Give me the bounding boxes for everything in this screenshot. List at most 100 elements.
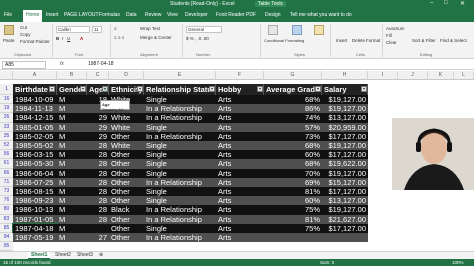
table-cell-hobby[interactable]: Arts	[216, 141, 264, 151]
table-cell-birthdate[interactable]: 1984-10-09	[13, 95, 57, 105]
table-cell-salary[interactable]	[322, 233, 368, 243]
conditional-formatting-icon[interactable]	[268, 25, 278, 35]
row-header[interactable]: 95	[0, 242, 13, 252]
column-header-h[interactable]: H	[322, 71, 368, 80]
zoom-level[interactable]: 100%	[452, 259, 464, 266]
column-header-f[interactable]: F	[216, 71, 264, 80]
table-cell-hobby[interactable]: Arts	[216, 233, 264, 243]
table-cell-average-grade[interactable]: 81%	[264, 214, 322, 224]
table-cell-gender[interactable]: M	[57, 159, 87, 169]
copy-button[interactable]: Copy	[20, 32, 31, 37]
table-cell-gender[interactable]: M	[57, 95, 87, 105]
table-cell-ethnicity[interactable]: Other	[109, 187, 144, 197]
table-cell-salary[interactable]: $19,127.00	[322, 95, 368, 105]
row-header[interactable]: 73	[0, 187, 13, 197]
row-header[interactable]: 71	[0, 177, 13, 187]
wrap-text-button[interactable]: Wrap Text	[140, 26, 160, 31]
column-header-k[interactable]: K	[428, 71, 454, 80]
row-header[interactable]: 16	[0, 95, 13, 105]
select-all-corner[interactable]	[0, 71, 13, 80]
row-header[interactable]: 26	[0, 113, 13, 123]
table-cell-average-grade[interactable]: 69%	[264, 177, 322, 187]
filter-dropdown-icon[interactable]	[257, 86, 263, 92]
table-cell-salary[interactable]: $13,127.00	[322, 113, 368, 123]
table-cell-average-grade[interactable]: 75%	[264, 223, 322, 233]
tab-file[interactable]: File	[4, 12, 12, 18]
table-cell-hobby[interactable]: Arts	[216, 113, 264, 123]
table-cell-relationship-status[interactable]: Single	[144, 223, 216, 233]
minimize-icon[interactable]: –	[430, 0, 433, 6]
format-as-table-icon[interactable]	[292, 25, 302, 35]
tab-formulas[interactable]: Formulas	[99, 12, 120, 18]
delete-cells-button[interactable]: Delete	[352, 38, 365, 43]
table-cell-hobby[interactable]: Arts	[216, 168, 264, 178]
row-header[interactable]: 80	[0, 205, 13, 215]
table-cell-birthdate[interactable]: 1987-05-19	[13, 233, 57, 243]
table-cell-hobby[interactable]: Arts	[216, 95, 264, 105]
table-cell-hobby[interactable]: Arts	[216, 131, 264, 141]
table-cell-ethnicity[interactable]: Black	[109, 205, 144, 215]
table-cell-age[interactable]: 28	[87, 150, 109, 160]
table-cell-salary[interactable]: $21,627.00	[322, 214, 368, 224]
row-header[interactable]: 66	[0, 168, 13, 178]
tab-insert[interactable]: Insert	[46, 12, 59, 18]
tab-home[interactable]: Home	[23, 10, 43, 22]
table-cell-gender[interactable]	[57, 242, 87, 252]
table-cell-ethnicity[interactable]: Other	[109, 131, 144, 141]
column-header-j[interactable]: J	[398, 71, 428, 80]
name-box[interactable]: A85	[2, 61, 46, 69]
table-cell-average-grade[interactable]: 81%	[264, 187, 322, 197]
table-cell-gender[interactable]: M	[57, 187, 87, 197]
table-cell-average-grade[interactable]: 60%	[264, 150, 322, 160]
filter-dropdown-icon[interactable]	[49, 86, 55, 92]
tab-view[interactable]: View	[167, 12, 178, 18]
table-cell-ethnicity[interactable]: Other	[109, 233, 144, 243]
format-painter-button[interactable]: Format Painter	[20, 39, 50, 44]
find-select-button[interactable]: Find & Select	[440, 38, 467, 43]
table-cell-salary[interactable]: $19,127.00	[322, 141, 368, 151]
table-cell-age[interactable]	[87, 223, 109, 233]
table-cell-average-grade[interactable]: 73%	[264, 131, 322, 141]
tab-data[interactable]: Data	[126, 12, 137, 18]
tab-design[interactable]: Design	[265, 12, 281, 18]
table-cell-relationship-status[interactable]: Single	[144, 122, 216, 132]
underline-button[interactable]: U	[67, 36, 70, 41]
table-cell-ethnicity[interactable]: Other	[109, 223, 144, 233]
table-cell-birthdate[interactable]: 1986-08-15	[13, 187, 57, 197]
table-cell-salary[interactable]: $15,127.00	[322, 177, 368, 187]
table-cell-age[interactable]: 29	[87, 113, 109, 123]
table-cell-hobby[interactable]: Arts	[216, 205, 264, 215]
table-cell-ethnicity[interactable]: Other	[109, 168, 144, 178]
table-cell-relationship-status[interactable]: Single	[144, 141, 216, 151]
paste-icon[interactable]	[4, 25, 14, 35]
tab-developer[interactable]: Developer	[185, 12, 208, 18]
table-cell-birthdate[interactable]: 1986-06-04	[13, 168, 57, 178]
table-cell-average-grade[interactable]	[264, 242, 322, 252]
row-header[interactable]: 56	[0, 150, 13, 160]
table-cell-gender[interactable]: M	[57, 122, 87, 132]
column-header-d[interactable]: D	[109, 71, 144, 80]
table-cell-birthdate[interactable]: 1985-05-02	[13, 141, 57, 151]
fx-icon[interactable]: fx	[60, 61, 64, 67]
table-cell-average-grade[interactable]: 74%	[264, 113, 322, 123]
table-cell-birthdate[interactable]: 1986-10-13	[13, 205, 57, 215]
table-cell-hobby[interactable]	[216, 242, 264, 252]
row-header[interactable]: 19	[0, 104, 13, 114]
insert-cells-button[interactable]: Insert	[336, 38, 347, 43]
table-cell-gender[interactable]: M	[57, 177, 87, 187]
table-cell-hobby[interactable]: Arts	[216, 214, 264, 224]
table-cell-gender[interactable]: M	[57, 233, 87, 243]
table-cell-salary[interactable]: $17,127.00	[322, 150, 368, 160]
table-cell-relationship-status[interactable]: In a Relationship	[144, 131, 216, 141]
table-cell-gender[interactable]: M	[57, 131, 87, 141]
row-header[interactable]: 76	[0, 196, 13, 206]
table-cell-ethnicity[interactable]: White	[109, 122, 144, 132]
row-header[interactable]: 61	[0, 159, 13, 169]
table-cell-ethnicity[interactable]: Other	[109, 196, 144, 206]
table-cell-birthdate[interactable]: 1987-01-05	[13, 214, 57, 224]
filter-dropdown-icon[interactable]	[137, 86, 143, 92]
sort-filter-button[interactable]: Sort & Filter	[412, 38, 436, 43]
table-cell-age[interactable]: 28	[87, 168, 109, 178]
table-cell-average-grade[interactable]: 75%	[264, 205, 322, 215]
tell-me-box[interactable]: Tell me what you want to do	[290, 12, 352, 18]
